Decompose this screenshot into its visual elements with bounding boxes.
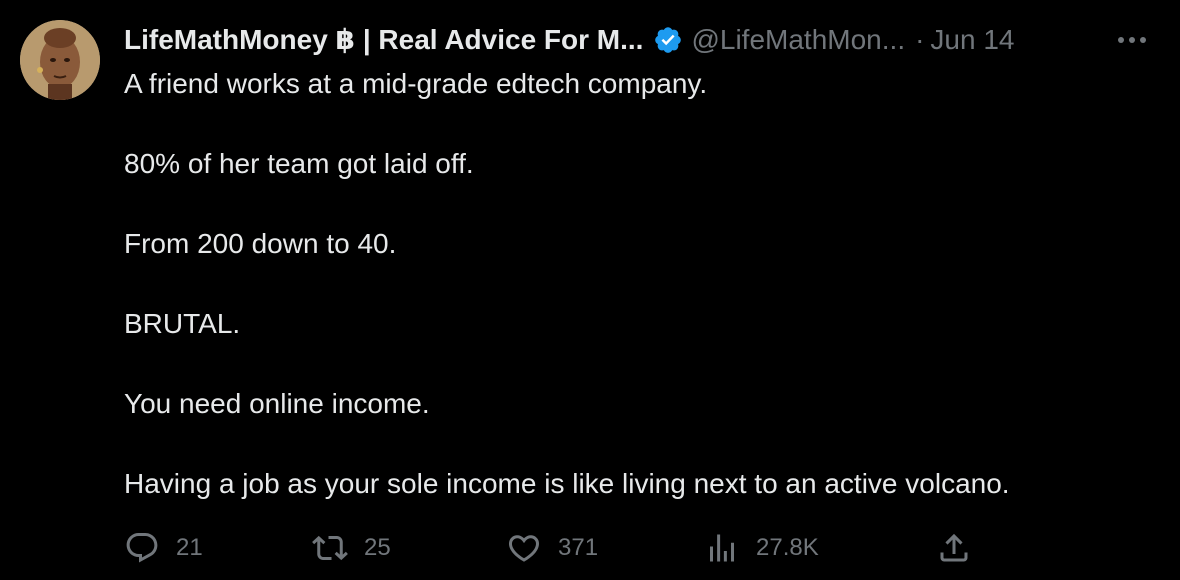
tweet-header: LifeMathMoney ฿ | Real Advice For M... @… bbox=[124, 22, 1015, 58]
action-bar: 21 25 371 27.8K bbox=[124, 526, 984, 570]
tweet-text: A friend works at a mid-grade edtech com… bbox=[124, 64, 1154, 504]
portrait-avatar bbox=[20, 20, 100, 100]
share-upload-icon bbox=[940, 533, 968, 562]
separator-dot: · bbox=[915, 24, 925, 55]
author-avatar[interactable] bbox=[20, 20, 100, 100]
retweet-icon bbox=[312, 535, 348, 561]
views-chart-icon bbox=[710, 534, 734, 562]
heart-icon bbox=[508, 535, 540, 562]
tweet-card[interactable]: LifeMathMoney ฿ | Real Advice For M... @… bbox=[0, 0, 1180, 580]
tweet-date[interactable]: Jun 14 bbox=[930, 22, 1014, 58]
retweet-count: 25 bbox=[364, 534, 391, 561]
tweet-paragraph: A friend works at a mid-grade edtech com… bbox=[124, 68, 708, 99]
more-options-button[interactable] bbox=[1112, 26, 1152, 54]
more-dots-icon bbox=[1118, 37, 1146, 43]
reply-count: 21 bbox=[176, 534, 203, 561]
reply-button[interactable]: 21 bbox=[124, 526, 203, 570]
like-count: 371 bbox=[558, 534, 599, 561]
tweet-paragraph: From 200 down to 40. bbox=[124, 228, 397, 259]
views-button[interactable]: 27.8K bbox=[704, 526, 819, 570]
author-display-name[interactable]: LifeMathMoney ฿ | Real Advice For M... bbox=[124, 22, 643, 58]
retweet-button[interactable]: 25 bbox=[312, 526, 391, 570]
like-button[interactable]: 371 bbox=[506, 526, 598, 570]
verified-badge-icon[interactable] bbox=[653, 25, 683, 55]
view-count: 27.8K bbox=[756, 534, 819, 561]
reply-icon bbox=[126, 533, 158, 563]
tweet-paragraph: 80% of her team got laid off. bbox=[124, 148, 474, 179]
author-handle[interactable]: @LifeMathMon... bbox=[691, 22, 905, 58]
tweet-paragraph: BRUTAL. bbox=[124, 308, 241, 339]
tweet-paragraph: Having a job as your sole income is like… bbox=[124, 468, 1010, 499]
tweet-paragraph: You need online income. bbox=[124, 388, 430, 419]
share-button[interactable] bbox=[936, 526, 972, 570]
